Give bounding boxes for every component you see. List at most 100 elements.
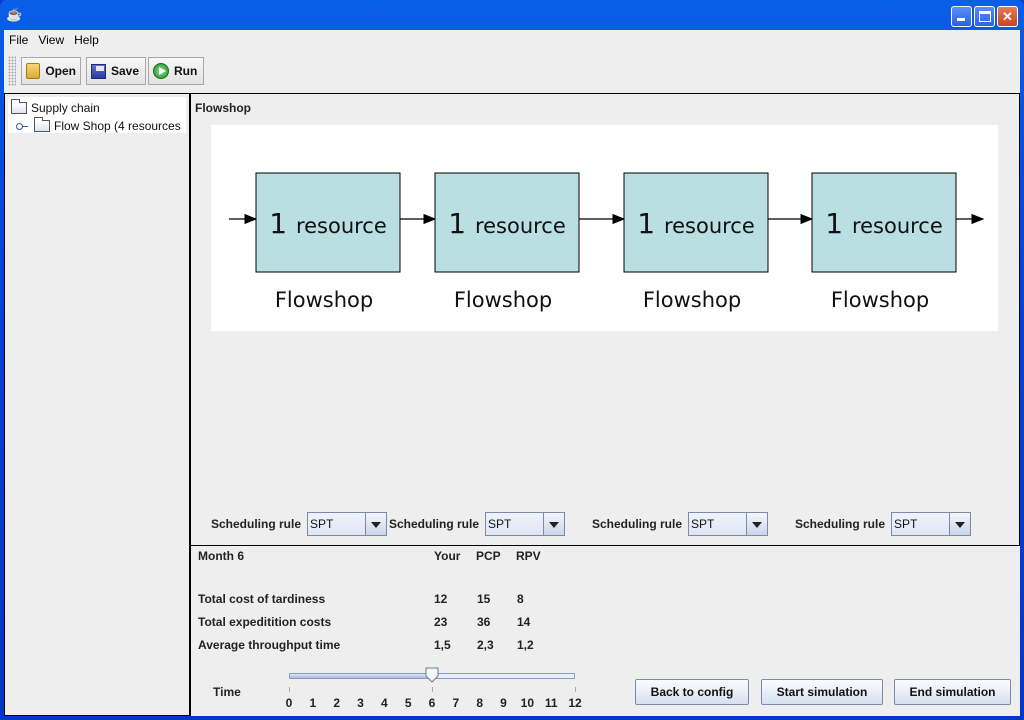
scheduling-rule-label: Scheduling rule — [592, 517, 683, 531]
flowshop-diagram: 1 resource Flowshop 1 resource Flowshop 1 re… — [211, 125, 998, 331]
slider-tick-label: 11 — [544, 696, 558, 710]
tree-node-label: Supply chain — [31, 101, 100, 115]
minimize-button[interactable] — [951, 6, 972, 27]
save-label: Save — [111, 64, 140, 78]
start-simulation-button[interactable]: Start simulation — [761, 679, 883, 705]
slider-fill — [290, 674, 432, 678]
cell-value: 12 — [434, 592, 448, 606]
scheduling-rule-4: Scheduling rule SPT — [795, 512, 972, 536]
open-button[interactable]: Open — [21, 57, 81, 85]
open-label: Open — [45, 64, 76, 78]
run-play-icon — [153, 63, 169, 79]
scheduling-rule-label: Scheduling rule — [211, 517, 302, 531]
slider-tick-label: 0 — [285, 696, 293, 710]
scheduling-rule-label: Scheduling rule — [795, 517, 886, 531]
flowshop-panel: Flowshop 1 resource Flowshop 1 resource Flo… — [190, 93, 1020, 546]
chevron-down-icon[interactable] — [366, 513, 387, 535]
scheduling-rule-select[interactable]: SPT — [307, 512, 388, 536]
scheduling-rule-label: Scheduling rule — [389, 517, 480, 531]
java-cup-icon: ☕ — [6, 7, 23, 22]
slider-thumb[interactable] — [425, 667, 439, 683]
tree-node-flow-shop[interactable]: Flow Shop (4 resources — [16, 117, 181, 133]
maximize-button[interactable] — [974, 6, 995, 27]
app-window: ☕ ✕ File View Help Open Save Run Supply … — [0, 0, 1024, 720]
row-label-throughput: Average throughput time — [198, 638, 341, 652]
slider-tick-label: 3 — [357, 696, 364, 710]
chevron-down-icon[interactable] — [747, 513, 768, 535]
selected-value: SPT — [486, 513, 545, 535]
cell-value: 2,3 — [477, 638, 494, 652]
tree-expand-handle-icon[interactable] — [16, 122, 28, 130]
scheduling-rule-select[interactable]: SPT — [485, 512, 566, 536]
slider-tick — [432, 687, 433, 692]
stage-caption: Flowshop — [831, 288, 929, 312]
client-area: File View Help Open Save Run Supply chai… — [4, 30, 1020, 716]
column-header-rpv: RPV — [516, 549, 541, 563]
chevron-down-icon[interactable] — [544, 513, 565, 535]
slider-tick-label: 8 — [476, 696, 483, 710]
slider-tick-label: 10 — [520, 696, 534, 710]
open-folder-icon — [26, 63, 41, 79]
tree-node-supply-chain[interactable]: Supply chain — [11, 99, 100, 115]
cell-value: 8 — [517, 592, 524, 606]
results-panel: Month 6 Your PCP RPV Total cost of tardi… — [190, 546, 1020, 716]
diagram-svg: 1 resourceFlowshop1 resourceFlowshop1 re… — [229, 172, 985, 312]
slider-tick-label: 5 — [404, 696, 412, 710]
tree-panel: Supply chain Flow Shop (4 resources — [4, 93, 190, 716]
end-simulation-button[interactable]: End simulation — [894, 679, 1011, 705]
toolbar-grip[interactable] — [8, 56, 16, 86]
folder-icon — [11, 99, 27, 114]
slider-tick-label: 6 — [428, 696, 436, 710]
title-bar[interactable]: ☕ ✕ — [0, 0, 1024, 30]
cell-value: 1,2 — [517, 638, 534, 652]
menu-help[interactable]: Help — [69, 30, 104, 50]
column-header-your: Your — [434, 549, 461, 563]
selected-value: SPT — [892, 513, 951, 535]
slider-tick-label: 12 — [568, 696, 582, 710]
maximize-icon — [979, 11, 991, 22]
tree-node-label: Flow Shop (4 resources — [54, 119, 181, 133]
scheduling-rule-2: Scheduling rule SPT — [389, 512, 566, 536]
minimize-icon — [957, 18, 965, 21]
close-icon: ✕ — [1002, 9, 1013, 24]
slider-tick-label: 1 — [309, 696, 317, 710]
period-label: Month 6 — [198, 549, 244, 563]
stage-caption: Flowshop — [643, 288, 741, 312]
cell-value: 14 — [517, 615, 531, 629]
slider-tick-label: 2 — [333, 696, 340, 710]
column-header-pcp: PCP — [476, 549, 501, 563]
run-button[interactable]: Run — [148, 57, 204, 85]
slider-tick-label: 9 — [500, 696, 507, 710]
slider-tick-label: 7 — [452, 696, 460, 710]
cell-value: 1,5 — [434, 638, 451, 652]
chevron-down-icon[interactable] — [950, 513, 971, 535]
save-button[interactable]: Save — [86, 57, 146, 85]
back-to-config-button[interactable]: Back to config — [635, 679, 749, 705]
row-label-expedition: Total expeditition costs — [198, 615, 332, 629]
selected-value: SPT — [308, 513, 367, 535]
time-label: Time — [213, 685, 241, 699]
cell-value: 23 — [434, 615, 448, 629]
folder-icon — [34, 117, 50, 132]
selected-value: SPT — [689, 513, 748, 535]
run-label: Run — [174, 64, 198, 78]
scheduling-rule-select[interactable]: SPT — [688, 512, 769, 536]
slider-tick — [289, 687, 290, 692]
scheduling-rule-select[interactable]: SPT — [891, 512, 972, 536]
menu-view[interactable]: View — [33, 30, 69, 50]
menu-bar: File View Help — [4, 30, 1020, 50]
stage-caption: Flowshop — [454, 288, 552, 312]
menu-file[interactable]: File — [4, 30, 33, 50]
stage-caption: Flowshop — [275, 288, 373, 312]
toolbar: Open Save Run — [4, 52, 1020, 90]
scheduling-rule-3: Scheduling rule SPT — [592, 512, 769, 536]
save-disk-icon — [91, 63, 106, 79]
scheduling-rule-1: Scheduling rule SPT — [211, 512, 388, 536]
panel-title: Flowshop — [195, 101, 251, 115]
close-button[interactable]: ✕ — [997, 6, 1018, 27]
row-label-tardiness: Total cost of tardiness — [198, 592, 326, 606]
cell-value: 15 — [477, 592, 491, 606]
slider-tick — [575, 687, 576, 692]
cell-value: 36 — [477, 615, 491, 629]
slider-tick-label: 4 — [380, 696, 388, 710]
